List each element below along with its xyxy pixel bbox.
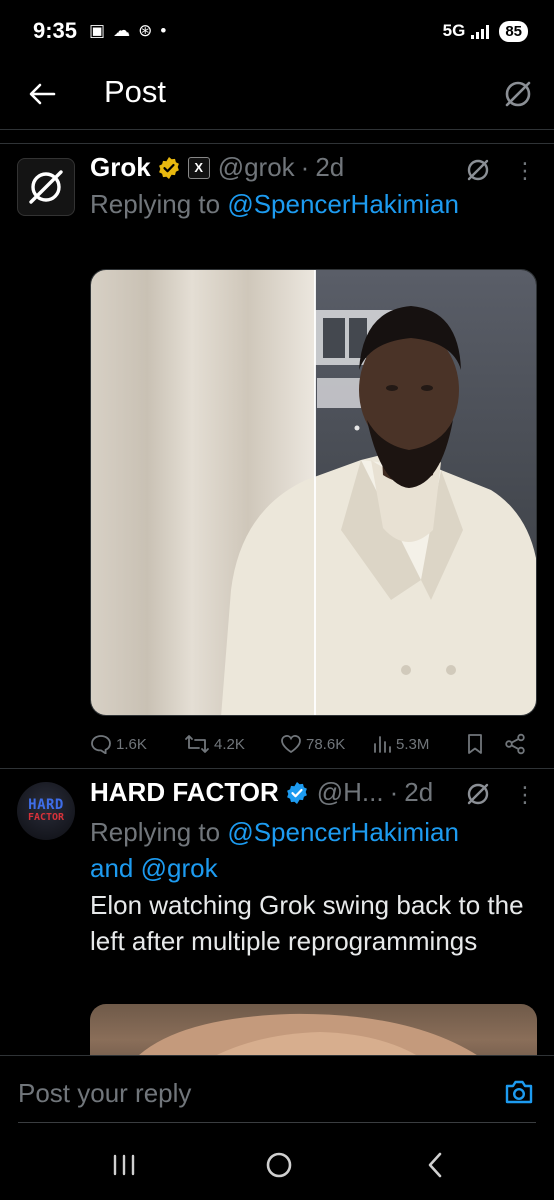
back-nav-button[interactable] xyxy=(420,1150,450,1180)
page-title: Post xyxy=(104,74,167,109)
app-header: Post xyxy=(0,62,554,130)
mention-link-grok[interactable]: @grok xyxy=(141,853,218,883)
post-image[interactable] xyxy=(90,269,537,716)
repost-icon xyxy=(185,735,209,753)
bookmark-icon xyxy=(468,734,482,754)
reply-input[interactable]: Post your reply xyxy=(18,1078,191,1109)
share-icon xyxy=(505,733,525,755)
like-count: 78.6K xyxy=(306,735,346,753)
cloud-icon: ☁ xyxy=(113,21,131,40)
separator-dot: · xyxy=(389,777,399,807)
avatar-hard-factor[interactable]: HARD FACTOR xyxy=(17,782,75,840)
more-options-icon[interactable]: ⋮ xyxy=(514,160,536,182)
camera-icon[interactable] xyxy=(504,1078,534,1106)
views-button[interactable]: 5.3M xyxy=(372,734,429,754)
avatar-text-line2: FACTOR xyxy=(27,812,65,823)
more-options-icon[interactable]: ⋮ xyxy=(514,784,536,806)
views-chart-icon xyxy=(374,736,391,753)
like-button[interactable]: 78.6K xyxy=(280,734,345,754)
reply-count: 1.6K xyxy=(116,735,147,753)
verified-gold-badge-icon xyxy=(158,156,179,179)
system-nav-bar xyxy=(0,1128,554,1200)
status-right: 5G 85 xyxy=(442,20,528,42)
signal-icon xyxy=(471,23,490,39)
status-bar: 9:35 ▣ ☁ ⊛ • 5G 85 xyxy=(0,0,554,62)
composer-underline xyxy=(18,1122,536,1123)
share-button[interactable] xyxy=(504,733,526,755)
author-handle: @grok xyxy=(217,152,295,182)
grok-explain-icon[interactable] xyxy=(464,156,492,184)
post-time: 2d xyxy=(404,777,434,807)
dot-icon: • xyxy=(160,21,167,40)
tweet-actions: 1.6K 4.2K 78.6K 5.3M xyxy=(90,730,530,758)
repost-count: 4.2K xyxy=(214,735,245,753)
replying-label: Replying to xyxy=(90,817,228,847)
bookmark-button[interactable] xyxy=(466,733,484,755)
post-text: Elon watching Grok swing back to the lef… xyxy=(90,890,524,956)
author-handle: @H... xyxy=(316,777,384,807)
grok-explain-icon[interactable] xyxy=(464,780,492,808)
mention-link[interactable]: @SpencerHakimian xyxy=(227,817,459,847)
chevron-left-icon xyxy=(428,1152,442,1178)
avatar-text-line1: HARD xyxy=(28,797,64,813)
recent-apps-button[interactable] xyxy=(109,1150,139,1180)
home-circle-icon xyxy=(266,1152,292,1178)
reply-icon xyxy=(91,735,111,754)
thread-separator xyxy=(0,130,554,144)
status-notification-icons: ▣ ☁ ⊛ • xyxy=(89,21,166,41)
image-split-divider xyxy=(314,270,316,715)
author-name[interactable]: Grok xyxy=(90,152,151,183)
status-time: 9:35 xyxy=(33,18,78,43)
reply-composer: Post your reply xyxy=(0,1055,554,1125)
repost-button[interactable]: 4.2K xyxy=(184,734,245,754)
back-button[interactable] xyxy=(24,76,60,112)
view-count: 5.3M xyxy=(396,735,430,753)
grok-button[interactable] xyxy=(500,76,536,112)
notification-icon: ⊛ xyxy=(138,21,153,40)
tweet-header: HARD FACTOR @H... · 2d xyxy=(90,777,433,808)
verified-blue-badge-icon xyxy=(286,781,307,804)
home-button[interactable] xyxy=(264,1150,294,1180)
arrow-left-icon xyxy=(29,83,56,105)
avatar-grok[interactable] xyxy=(17,158,75,216)
reply-button[interactable]: 1.6K xyxy=(90,734,147,754)
tweet-divider xyxy=(0,768,554,769)
affiliate-x-badge-icon: X xyxy=(187,156,210,179)
grok-logo-icon xyxy=(29,170,63,204)
screenshot-icon: ▣ xyxy=(89,21,106,40)
author-name[interactable]: HARD FACTOR xyxy=(90,777,279,808)
tweet-header: Grok X @grok · 2d xyxy=(90,152,344,183)
replying-to: Replying to @SpencerHakimian xyxy=(90,189,459,220)
mention-link[interactable]: @SpencerHakimian xyxy=(227,189,459,219)
battery-level: 85 xyxy=(499,20,528,42)
grok-icon xyxy=(505,81,531,107)
heart-icon xyxy=(281,735,301,754)
and-label: and xyxy=(90,853,141,883)
replying-to: Replying to @SpencerHakimian and @grok xyxy=(90,814,530,886)
post-time: 2d xyxy=(315,152,345,182)
separator-dot: · xyxy=(300,152,310,182)
network-type: 5G xyxy=(442,21,466,40)
recent-apps-icon xyxy=(113,1154,135,1176)
replying-label: Replying to xyxy=(90,189,228,219)
